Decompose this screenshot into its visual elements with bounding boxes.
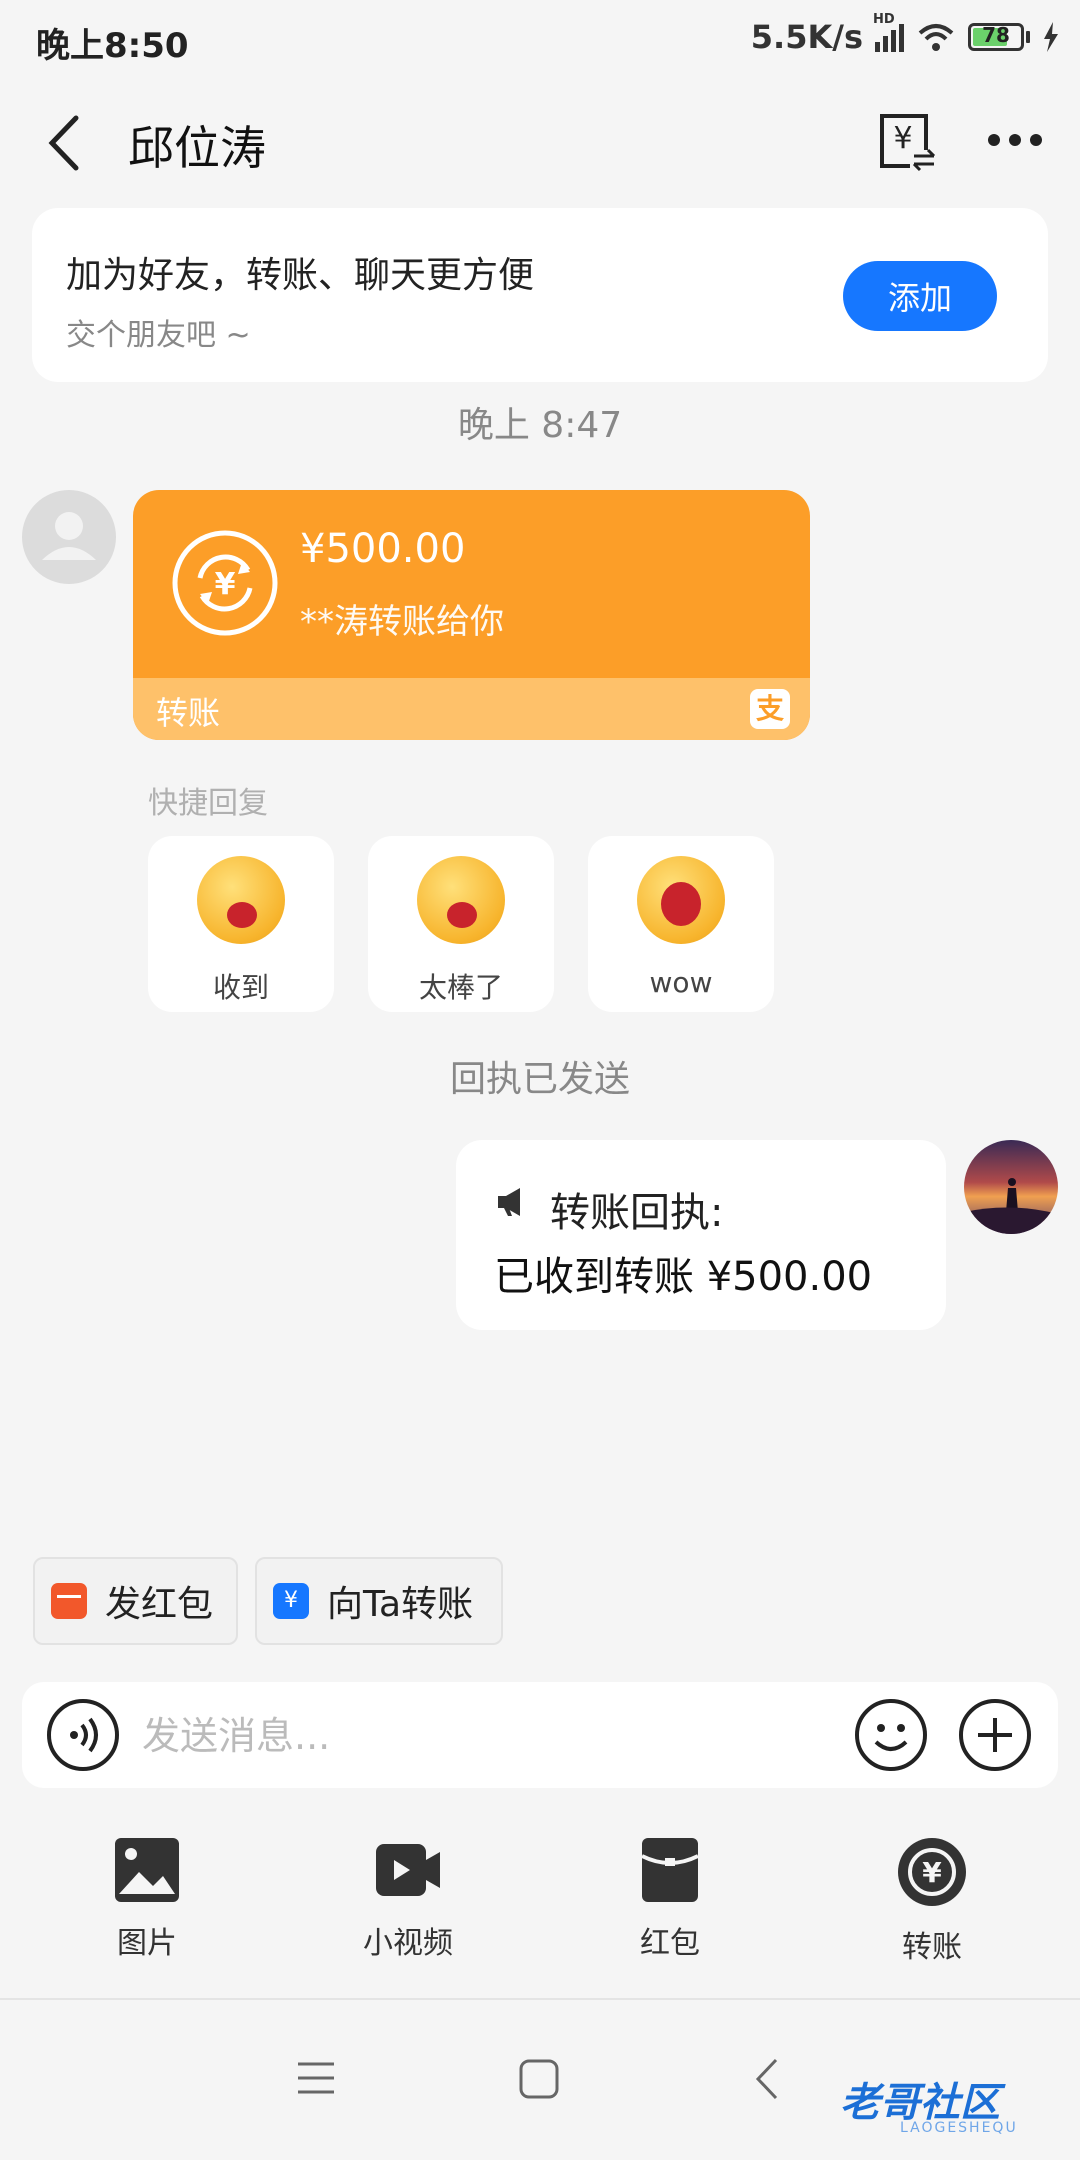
- add-friend-subtitle: 交个朋友吧 ~: [66, 318, 251, 353]
- send-red-packet-label: 发红包: [105, 1584, 214, 1625]
- transfer-footer-label: 转账: [156, 694, 221, 732]
- quick-reply-text: wow: [649, 966, 713, 999]
- tool-label: 小视频: [363, 1926, 453, 1961]
- charging-icon: [1044, 22, 1058, 52]
- quick-reply-wow[interactable]: wow: [588, 836, 774, 1012]
- svg-text:¥: ¥: [215, 567, 236, 602]
- tool-label: 图片: [117, 1926, 177, 1961]
- red-packet-icon: [51, 1583, 87, 1619]
- red-packet-outline-icon: [641, 1838, 699, 1902]
- watermark-subtext: LAOGESHEQU: [900, 2120, 1018, 2136]
- send-red-packet-button[interactable]: 发红包: [33, 1557, 238, 1645]
- chevron-left-icon: [48, 115, 79, 171]
- network-type: HD: [873, 12, 895, 27]
- status-indicators: 5.5K/s HD 78: [750, 12, 1060, 56]
- transfer-icon: ¥: [898, 1838, 966, 1906]
- quick-reply-text: 收到: [212, 971, 269, 1004]
- voice-button[interactable]: [46, 1698, 120, 1772]
- svg-text:¥: ¥: [893, 121, 912, 156]
- page-title: 邱位涛: [128, 121, 266, 175]
- smiley-icon: [855, 1699, 927, 1771]
- message-input[interactable]: [140, 1700, 844, 1772]
- receipt-body: 已收到转账 ¥500.00: [494, 1254, 873, 1300]
- tears-emoji-icon: [417, 856, 505, 944]
- image-icon: [115, 1838, 179, 1902]
- megaphone-icon: [498, 1188, 520, 1216]
- transfer-to-button[interactable]: ¥ 向Ta转账: [255, 1557, 503, 1645]
- tool-label: 转账: [902, 1930, 962, 1965]
- user-avatar[interactable]: [964, 1140, 1058, 1234]
- bill-button[interactable]: ¥: [876, 110, 936, 172]
- square-icon: [519, 2059, 559, 2099]
- alipay-icon: 支: [750, 689, 790, 729]
- nav-home-button[interactable]: [518, 2058, 560, 2104]
- transfer-chip-icon: ¥: [273, 1583, 309, 1619]
- quick-reply-received[interactable]: 收到: [148, 836, 334, 1012]
- tool-red-packet[interactable]: 红包: [590, 1836, 750, 1976]
- nav-back-button[interactable]: [752, 2056, 782, 2106]
- status-time: 晚上8:50: [36, 26, 189, 66]
- transfer-description: **涛转账给你: [300, 602, 504, 642]
- more-dots-icon: [988, 134, 1042, 146]
- default-user-icon: [42, 512, 96, 560]
- plus-icon: [959, 1699, 1031, 1771]
- tool-label: 红包: [640, 1926, 700, 1961]
- wow-emoji-icon: [637, 856, 725, 944]
- tool-transfer[interactable]: ¥ 转账: [852, 1836, 1012, 1976]
- transfer-yuan-icon: ¥: [170, 528, 280, 638]
- menu-icon: [298, 2062, 334, 2094]
- back-button[interactable]: [40, 108, 90, 178]
- add-friend-button[interactable]: 添加: [843, 261, 997, 331]
- ok-emoji-icon: [197, 856, 285, 944]
- message-time: 晚上 8:47: [457, 405, 623, 446]
- tool-video[interactable]: 小视频: [328, 1836, 488, 1976]
- signal-icon: HD: [873, 12, 904, 52]
- wifi-icon: [918, 24, 954, 51]
- yuan-bill-icon: ¥: [880, 114, 936, 172]
- voice-icon: [47, 1699, 119, 1771]
- more-actions-button[interactable]: [958, 1698, 1032, 1772]
- silhouette-icon: [964, 1178, 1058, 1234]
- battery-level: 78: [982, 23, 1010, 47]
- video-icon: [376, 1844, 440, 1896]
- quick-reply-text: 太棒了: [418, 971, 503, 1004]
- nav-back-icon: [755, 2058, 778, 2100]
- transfer-amount: ¥500.00: [300, 526, 466, 572]
- quick-reply-label: 快捷回复: [148, 786, 268, 821]
- tool-image[interactable]: 图片: [67, 1836, 227, 1976]
- transfer-to-label: 向Ta转账: [327, 1584, 474, 1625]
- add-friend-title: 加为好友，转账、聊天更方便: [66, 255, 535, 296]
- sender-avatar[interactable]: [22, 490, 116, 584]
- nav-menu-button[interactable]: [296, 2060, 336, 2100]
- quick-reply-great[interactable]: 太棒了: [368, 836, 554, 1012]
- battery-icon: 78: [968, 23, 1030, 51]
- network-speed: 5.5K/s: [750, 18, 863, 56]
- receipt-sent-status: 回执已发送: [449, 1059, 630, 1100]
- receipt-title: 转账回执:: [550, 1190, 724, 1236]
- more-button[interactable]: [986, 118, 1044, 162]
- svg-text:¥: ¥: [922, 1856, 942, 1889]
- emoji-button[interactable]: [854, 1698, 928, 1772]
